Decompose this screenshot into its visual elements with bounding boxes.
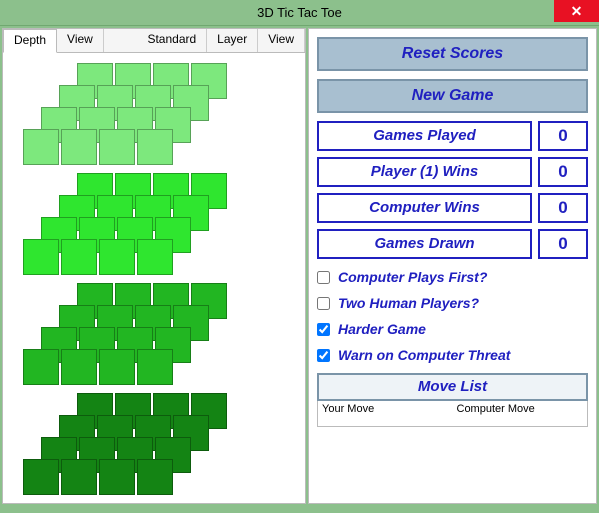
- label-player1-wins: Player (1) Wins: [317, 157, 532, 187]
- option-two-humans-label: Two Human Players?: [338, 295, 479, 311]
- tab-depth[interactable]: Depth: [3, 29, 57, 53]
- option-computer-first-label: Computer Plays First?: [338, 269, 487, 285]
- option-warn-threat[interactable]: Warn on Computer Threat: [317, 347, 588, 363]
- movelist-col-cpu: Computer Move: [453, 401, 588, 426]
- tile[interactable]: [23, 239, 59, 275]
- tile[interactable]: [61, 349, 97, 385]
- board-layer-3: [23, 393, 283, 501]
- label-computer-wins: Computer Wins: [317, 193, 532, 223]
- tile[interactable]: [23, 349, 59, 385]
- tab-view-right[interactable]: View: [258, 29, 305, 52]
- boards-container: [3, 53, 305, 513]
- checkbox-harder-game[interactable]: [317, 323, 330, 336]
- movelist-header: Move List: [317, 373, 588, 401]
- tab-view-left[interactable]: View: [57, 29, 104, 52]
- tile[interactable]: [137, 459, 173, 495]
- board-layer-2: [23, 283, 283, 391]
- tile[interactable]: [99, 129, 135, 165]
- value-computer-wins: 0: [538, 193, 588, 223]
- board-pane: Depth View Standard Layer View: [2, 28, 306, 504]
- tile[interactable]: [23, 129, 59, 165]
- new-game-button[interactable]: New Game: [317, 79, 588, 113]
- titlebar: 3D Tic Tac Toe ✕: [0, 0, 599, 26]
- control-pane: Reset Scores New Game Games Played 0 Pla…: [308, 28, 597, 504]
- label-games-played: Games Played: [317, 121, 532, 151]
- close-icon[interactable]: ✕: [554, 0, 599, 22]
- reset-scores-button[interactable]: Reset Scores: [317, 37, 588, 71]
- tab-standard[interactable]: Standard: [137, 29, 207, 52]
- board-layer-1: [23, 173, 283, 281]
- tile[interactable]: [137, 129, 173, 165]
- checkbox-warn-threat[interactable]: [317, 349, 330, 362]
- tile[interactable]: [99, 239, 135, 275]
- board-layer-0: [23, 63, 283, 171]
- option-computer-first[interactable]: Computer Plays First?: [317, 269, 588, 285]
- tile[interactable]: [61, 239, 97, 275]
- window-title: 3D Tic Tac Toe: [257, 5, 342, 20]
- movelist-col-your: Your Move: [318, 401, 453, 426]
- option-two-humans[interactable]: Two Human Players?: [317, 295, 588, 311]
- option-harder-game-label: Harder Game: [338, 321, 426, 337]
- tile[interactable]: [137, 349, 173, 385]
- value-games-drawn: 0: [538, 229, 588, 259]
- label-games-drawn: Games Drawn: [317, 229, 532, 259]
- tab-layer[interactable]: Layer: [207, 29, 258, 52]
- tile[interactable]: [99, 349, 135, 385]
- tile[interactable]: [99, 459, 135, 495]
- checkbox-two-humans[interactable]: [317, 297, 330, 310]
- option-harder-game[interactable]: Harder Game: [317, 321, 588, 337]
- value-player1-wins: 0: [538, 157, 588, 187]
- tile[interactable]: [23, 459, 59, 495]
- tile[interactable]: [61, 129, 97, 165]
- checkbox-computer-first[interactable]: [317, 271, 330, 284]
- movelist-columns: Your Move Computer Move: [317, 401, 588, 427]
- tile[interactable]: [137, 239, 173, 275]
- option-warn-threat-label: Warn on Computer Threat: [338, 347, 510, 363]
- tile[interactable]: [61, 459, 97, 495]
- value-games-played: 0: [538, 121, 588, 151]
